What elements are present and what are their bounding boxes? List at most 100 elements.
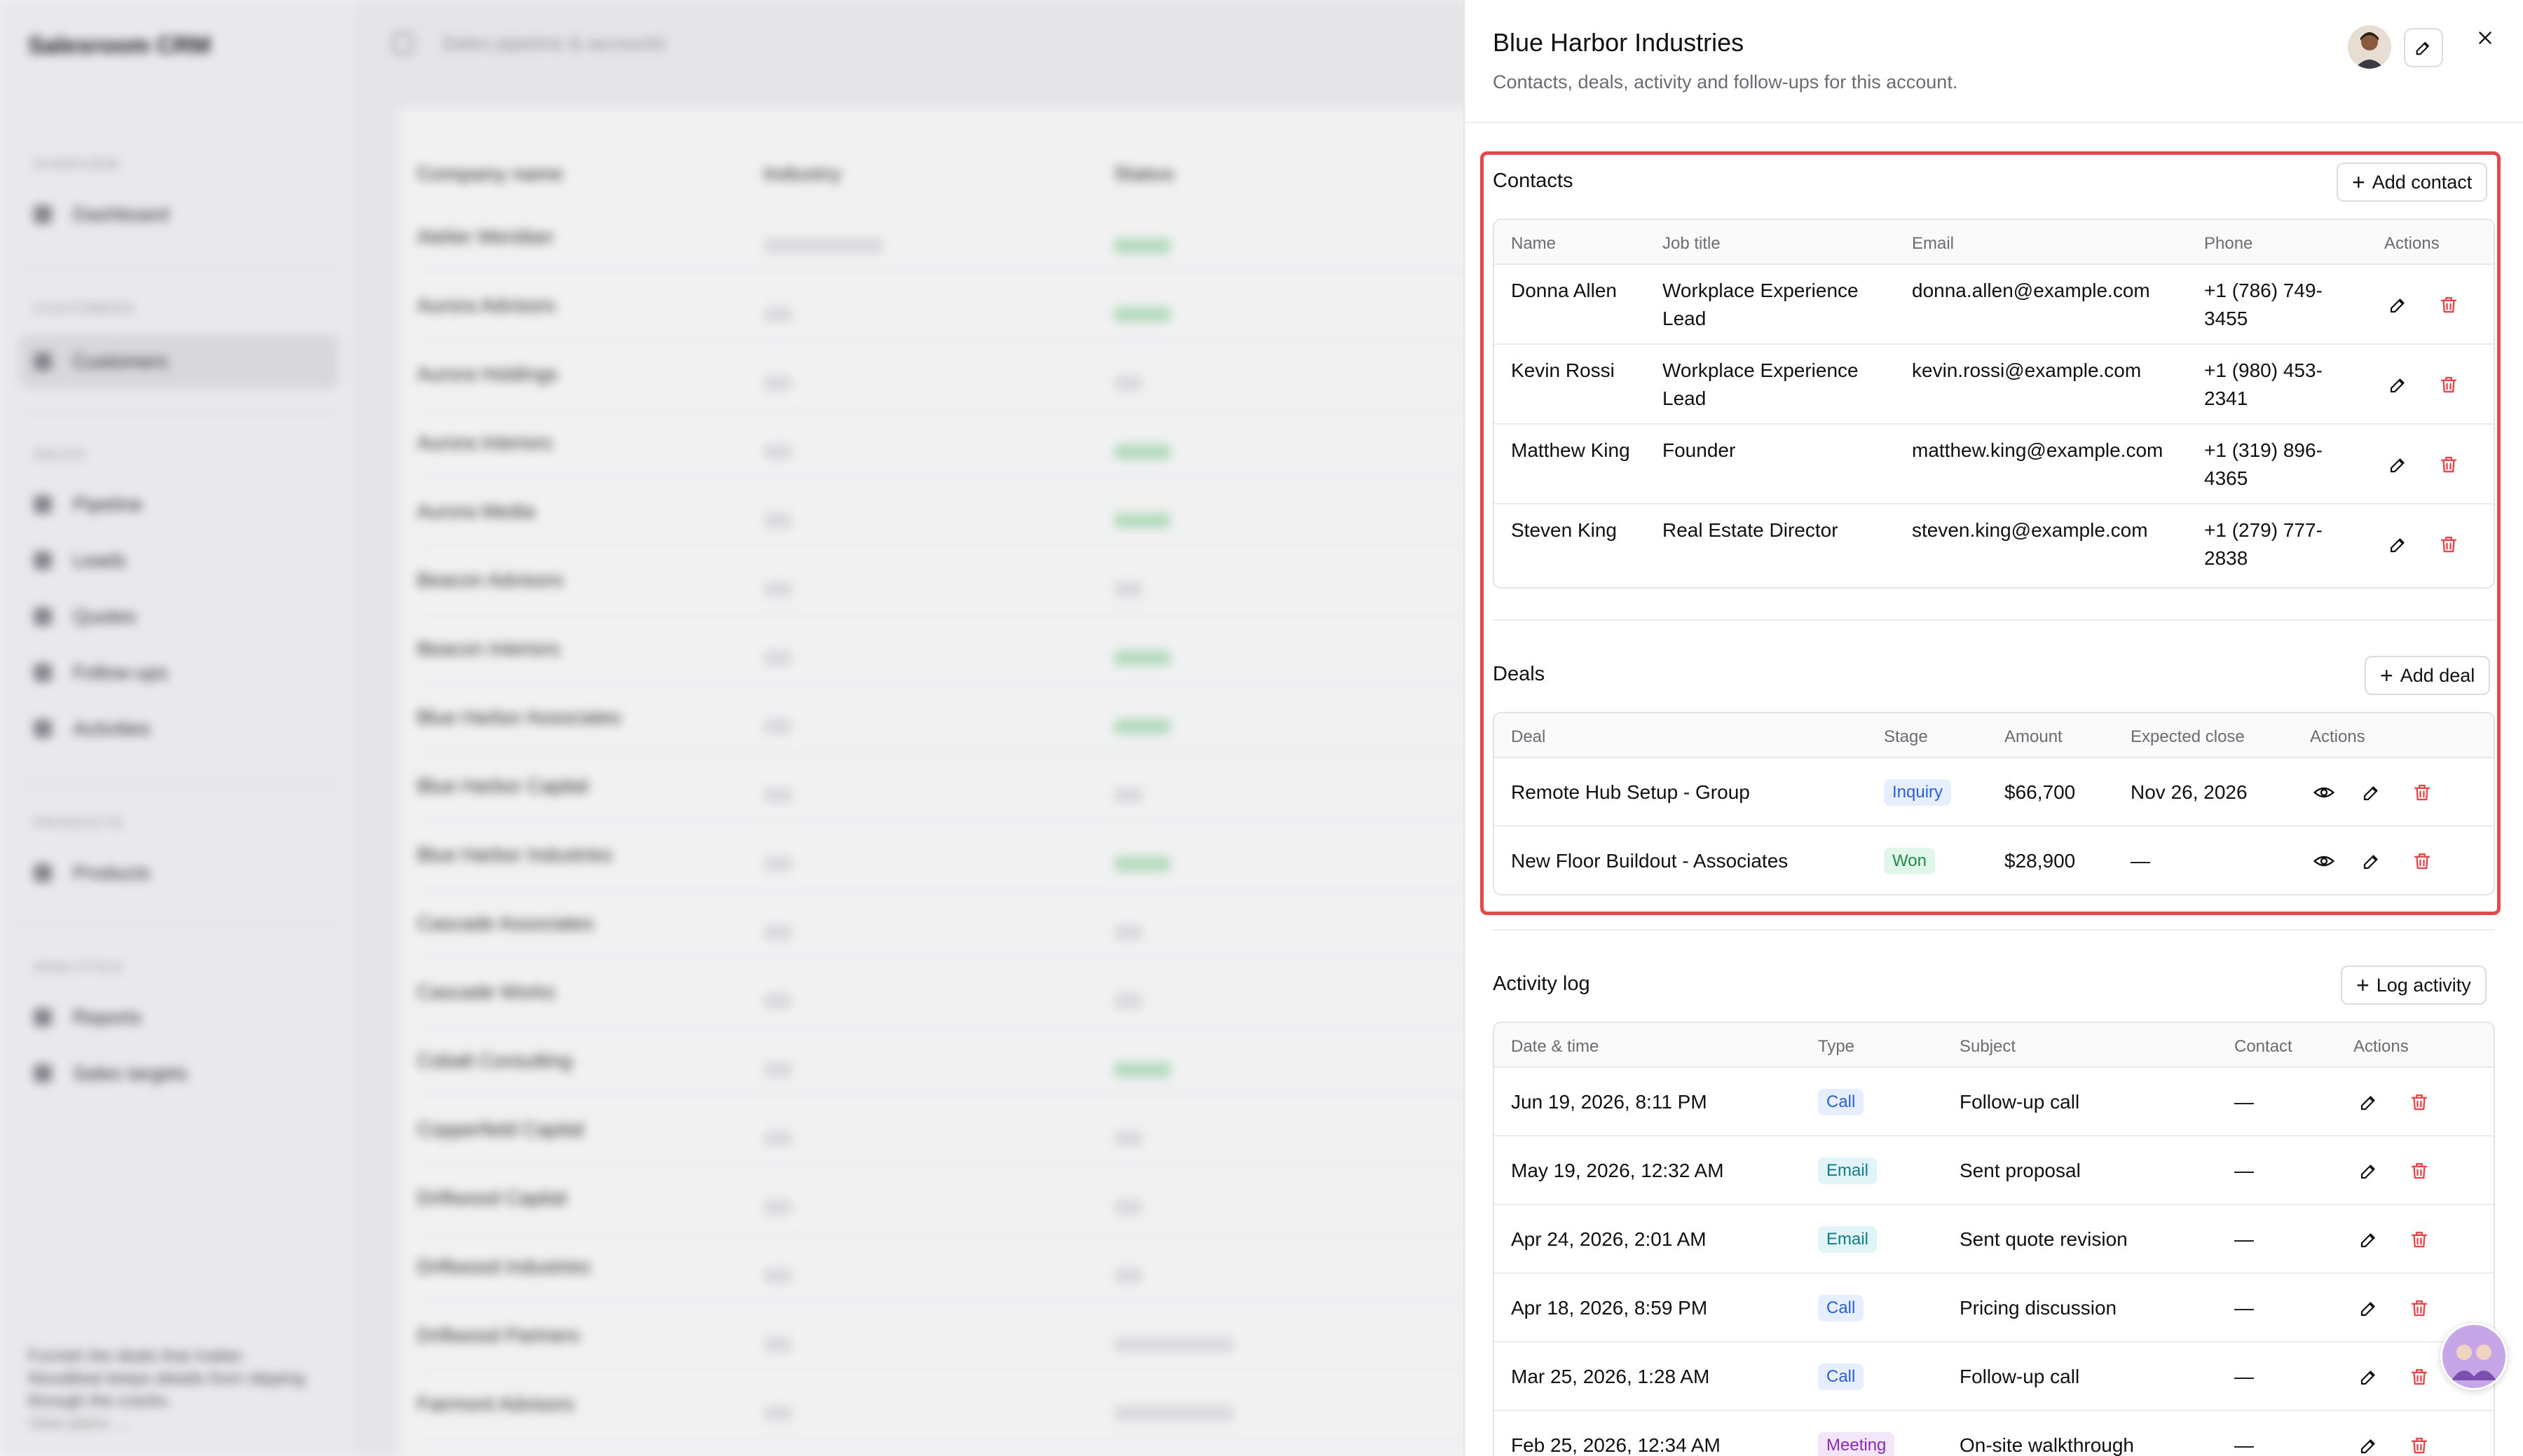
delete-activity-button[interactable] bbox=[2405, 1294, 2433, 1322]
table-row: Remote Hub Setup - Group Inquiry $66,700 No… bbox=[1494, 758, 2494, 827]
activity-contact: — bbox=[2234, 1434, 2254, 1456]
edit-activity-button[interactable] bbox=[2355, 1363, 2383, 1391]
support-chat-button[interactable] bbox=[2440, 1323, 2508, 1390]
contact-name: Kevin Rossi bbox=[1511, 359, 1615, 381]
deal-amount: $28,900 bbox=[2004, 850, 2076, 872]
log-activity-button[interactable]: + Log activity bbox=[2341, 966, 2487, 1005]
column-header-contact: Contact bbox=[2234, 1037, 2292, 1056]
close-drawer-button[interactable] bbox=[2471, 24, 2499, 52]
trash-icon bbox=[2438, 294, 2459, 315]
deal-expected-close: Nov 26, 2026 bbox=[2131, 781, 2248, 803]
table-row: May 19, 2026, 12:32 AM Email Sent proposal… bbox=[1494, 1136, 2494, 1205]
delete-contact-button[interactable] bbox=[2435, 371, 2463, 399]
contact-email: matthew.king@example.com bbox=[1912, 439, 2163, 461]
edit-activity-button[interactable] bbox=[2355, 1225, 2383, 1254]
edit-deal-button[interactable] bbox=[2358, 778, 2386, 806]
delete-deal-button[interactable] bbox=[2408, 847, 2436, 875]
edit-contact-button[interactable] bbox=[2384, 530, 2412, 558]
trash-icon bbox=[2412, 851, 2433, 872]
deal-name: New Floor Buildout - Associates bbox=[1511, 850, 1789, 872]
modal-backdrop[interactable] bbox=[0, 0, 1463, 1456]
delete-activity-button[interactable] bbox=[2405, 1225, 2433, 1254]
edit-deal-button[interactable] bbox=[2358, 847, 2386, 875]
table-row: Feb 25, 2026, 12:34 AM Meeting On-site wal… bbox=[1494, 1411, 2494, 1456]
activity-contact: — bbox=[2234, 1160, 2254, 1181]
stage-badge: Inquiry bbox=[1884, 779, 1952, 806]
deal-amount: $66,700 bbox=[2004, 781, 2076, 803]
activity-type-badge: Email bbox=[1818, 1226, 1878, 1253]
view-deal-button[interactable] bbox=[2310, 778, 2338, 806]
contact-name: Steven King bbox=[1511, 519, 1617, 541]
contact-email: kevin.rossi@example.com bbox=[1912, 359, 2142, 381]
column-header-type: Type bbox=[1818, 1037, 1855, 1056]
edit-contact-button[interactable] bbox=[2384, 371, 2412, 399]
deals-section-title: Deals bbox=[1493, 663, 1545, 685]
activity-datetime: Apr 24, 2026, 2:01 AM bbox=[1511, 1228, 1707, 1250]
contact-email: donna.allen@example.com bbox=[1912, 280, 2150, 301]
contact-job-title: Workplace Experience Lead bbox=[1662, 280, 1859, 329]
delete-contact-button[interactable] bbox=[2435, 530, 2463, 558]
activity-subject: Follow-up call bbox=[1960, 1091, 2080, 1113]
view-deal-button[interactable] bbox=[2310, 847, 2338, 875]
activity-type-badge: Call bbox=[1818, 1364, 1864, 1390]
delete-activity-button[interactable] bbox=[2405, 1157, 2433, 1185]
trash-icon bbox=[2409, 1160, 2430, 1181]
edit-activity-button[interactable] bbox=[2355, 1431, 2383, 1456]
contact-phone: +1 (279) 777-2838 bbox=[2204, 519, 2323, 569]
activity-subject: Follow-up call bbox=[1960, 1366, 2080, 1387]
delete-deal-button[interactable] bbox=[2408, 778, 2436, 806]
plus-icon: + bbox=[2380, 663, 2393, 688]
pencil-icon bbox=[2358, 1435, 2379, 1456]
trash-icon bbox=[2438, 374, 2459, 395]
deal-name: Remote Hub Setup - Group bbox=[1511, 781, 1750, 803]
pencil-icon bbox=[2358, 1092, 2379, 1113]
edit-contact-button[interactable] bbox=[2384, 451, 2412, 479]
activity-subject: On-site walkthrough bbox=[1960, 1434, 2135, 1456]
activity-table-header: Date & time Type Subject Contact Actions bbox=[1494, 1023, 2494, 1068]
activity-contact: — bbox=[2234, 1228, 2254, 1250]
pencil-icon bbox=[2388, 454, 2409, 475]
trash-icon bbox=[2438, 534, 2459, 555]
activity-subject: Sent proposal bbox=[1960, 1160, 2081, 1181]
plus-icon: + bbox=[2352, 170, 2365, 195]
delete-contact-button[interactable] bbox=[2435, 291, 2463, 319]
delete-contact-button[interactable] bbox=[2435, 451, 2463, 479]
activity-datetime: May 19, 2026, 12:32 AM bbox=[1511, 1160, 1724, 1181]
deal-expected-close: — bbox=[2131, 850, 2150, 872]
delete-activity-button[interactable] bbox=[2405, 1363, 2433, 1391]
column-header-actions: Actions bbox=[2310, 727, 2365, 746]
delete-activity-button[interactable] bbox=[2405, 1088, 2433, 1116]
column-header-phone: Phone bbox=[2204, 234, 2253, 253]
edit-activity-button[interactable] bbox=[2355, 1088, 2383, 1116]
activity-section-title: Activity log bbox=[1493, 973, 1590, 995]
pencil-icon bbox=[2358, 1298, 2379, 1319]
eye-icon bbox=[2313, 781, 2335, 804]
pencil-icon bbox=[2361, 851, 2382, 872]
contacts-table-header: Name Job title Email Phone Actions bbox=[1494, 220, 2494, 265]
add-contact-button[interactable]: + Add contact bbox=[2337, 163, 2488, 202]
activity-type-badge: Call bbox=[1818, 1089, 1864, 1115]
trash-icon bbox=[2409, 1229, 2430, 1250]
edit-account-button[interactable] bbox=[2404, 28, 2443, 67]
table-row: Kevin Rossi Workplace Experience Lead kevi… bbox=[1494, 345, 2494, 425]
contact-phone: +1 (319) 896-4365 bbox=[2204, 439, 2323, 489]
add-deal-button[interactable]: + Add deal bbox=[2365, 656, 2491, 695]
edit-activity-button[interactable] bbox=[2355, 1294, 2383, 1322]
add-contact-label: Add contact bbox=[2372, 171, 2473, 193]
account-drawer: Blue Harbor Industries Contacts, deals, … bbox=[1463, 0, 2523, 1456]
drawer-subtitle: Contacts, deals, activity and follow-ups… bbox=[1493, 71, 1958, 92]
column-header-email: Email bbox=[1912, 234, 1955, 253]
plus-icon: + bbox=[2356, 973, 2370, 998]
edit-activity-button[interactable] bbox=[2355, 1157, 2383, 1185]
avatar[interactable] bbox=[2348, 25, 2391, 69]
trash-icon bbox=[2438, 454, 2459, 475]
contact-phone: +1 (786) 749-3455 bbox=[2204, 280, 2323, 329]
activity-contact: — bbox=[2234, 1366, 2254, 1387]
contact-name: Matthew King bbox=[1511, 439, 1630, 461]
delete-activity-button[interactable] bbox=[2405, 1431, 2433, 1456]
activity-datetime: Apr 18, 2026, 8:59 PM bbox=[1511, 1297, 1708, 1319]
activity-datetime: Feb 25, 2026, 12:34 AM bbox=[1511, 1434, 1721, 1456]
edit-contact-button[interactable] bbox=[2384, 291, 2412, 319]
column-header-subject: Subject bbox=[1960, 1037, 2016, 1056]
activity-contact: — bbox=[2234, 1091, 2254, 1113]
